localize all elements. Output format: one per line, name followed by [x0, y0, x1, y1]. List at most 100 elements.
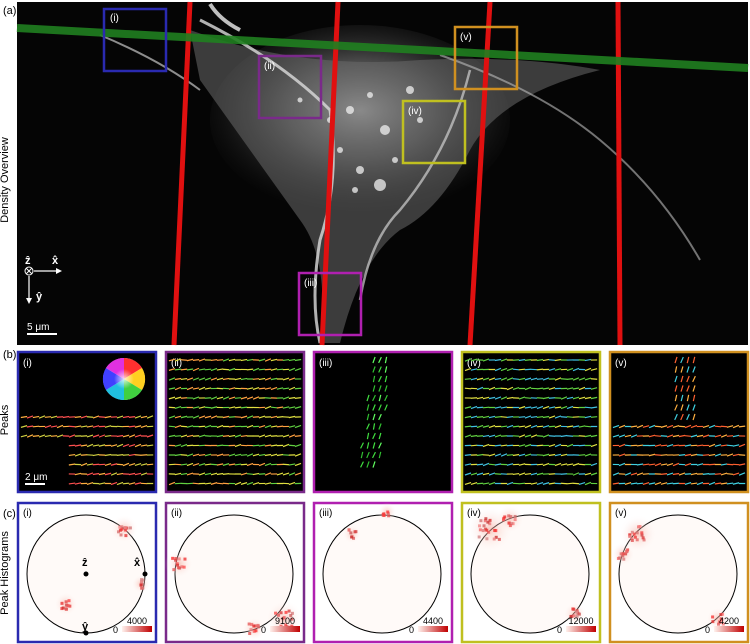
peak-glyph	[536, 435, 544, 437]
hist-axis-z-label: ẑ	[82, 557, 88, 569]
histogram-bin	[513, 518, 517, 522]
peak-glyph	[500, 425, 508, 428]
roi-label-ii: (ii)	[264, 61, 275, 72]
peak-glyph	[512, 378, 520, 380]
peak-glyph	[684, 435, 692, 437]
hist-axis-x-label: x̂	[134, 557, 141, 569]
peak-glyph	[222, 368, 230, 371]
peak-glyph	[252, 416, 260, 418]
histogram-bin	[118, 528, 122, 532]
histogram-bin	[478, 528, 482, 532]
peak-glyph	[726, 435, 734, 437]
peaks-row-label: Peaks	[0, 404, 11, 435]
colorbar-max: 4400	[423, 616, 443, 626]
orientation-color-wheel	[102, 357, 146, 401]
scalebar-a-label: 5 μm	[27, 322, 49, 333]
peak-glyph	[476, 416, 484, 418]
colorbar-max: 12000	[568, 616, 593, 626]
peak-glyph	[294, 397, 302, 399]
histogram-bin	[485, 528, 489, 532]
histogram-bin	[177, 566, 181, 570]
histogram-bin	[485, 537, 489, 541]
histogram-panel-2: (ii) 0 9100	[164, 501, 306, 644]
peak-glyph	[536, 415, 544, 419]
colorbar-min: 0	[409, 625, 414, 635]
peak-glyph	[50, 435, 58, 437]
peak-glyph	[234, 397, 242, 399]
peak-glyph	[122, 454, 130, 456]
histogram-bin	[641, 536, 645, 540]
histogram-bin	[182, 565, 186, 569]
peak-glyph	[624, 444, 632, 447]
histogram-bin	[183, 557, 187, 561]
peak-glyph	[560, 378, 568, 380]
peak-glyph	[566, 416, 574, 418]
peaks-panel-label: (iii)	[319, 358, 332, 369]
peaks-panel-label: (i)	[23, 358, 32, 369]
histogram-bin	[711, 615, 715, 619]
histogram-bin	[249, 628, 253, 632]
peak-glyph	[714, 425, 722, 428]
peak-glyph	[548, 359, 556, 361]
peaks-panel-label: (v)	[615, 358, 627, 369]
peak-glyph	[180, 425, 188, 428]
histogram-bin	[502, 518, 506, 522]
peak-glyph	[210, 463, 218, 466]
peak-glyph	[216, 482, 224, 485]
colorbar-min: 0	[113, 625, 118, 635]
histogram-bin	[123, 526, 127, 530]
peak-glyph	[240, 454, 248, 456]
panel-a-label: (a)	[3, 5, 16, 17]
peak-glyph	[258, 368, 266, 371]
histogram-bin	[67, 599, 71, 603]
peak-histograms-row-label: Peak Histograms	[0, 531, 11, 615]
peaks-panel-5: (v)	[608, 350, 750, 494]
peak-glyph	[500, 387, 508, 390]
histogram-bin	[632, 532, 636, 536]
peak-glyph	[714, 473, 722, 475]
peak-glyph	[500, 444, 508, 447]
peak-glyph	[500, 416, 508, 418]
peak-glyph	[276, 425, 284, 428]
peak-glyph	[216, 359, 224, 361]
histogram-bin	[248, 632, 252, 636]
peaks-panel-frame	[608, 350, 750, 494]
histogram-bin	[172, 568, 176, 572]
peak-glyph	[68, 444, 76, 447]
panel-c-label: (c)	[3, 508, 16, 520]
peak-glyph	[536, 463, 544, 466]
peak-glyph	[44, 416, 52, 418]
peak-glyph	[512, 425, 520, 428]
peak-glyph	[198, 453, 206, 457]
peak-glyph	[678, 454, 686, 456]
red-line-4	[615, 1, 623, 346]
peak-glyph	[536, 425, 544, 428]
panel-b-label: (b)	[3, 349, 16, 361]
peak-glyph	[726, 463, 734, 466]
peak-glyph	[246, 368, 254, 371]
peak-glyph	[122, 482, 130, 485]
peak-glyph	[476, 463, 484, 466]
histogram-bin	[347, 528, 351, 532]
peak-glyph	[642, 473, 650, 475]
peak-glyph	[536, 378, 544, 380]
peak-glyph	[666, 482, 674, 485]
peak-glyph	[32, 425, 40, 428]
peak-glyph	[672, 444, 680, 447]
histogram-bin	[252, 624, 256, 628]
peak-glyph	[104, 434, 112, 438]
histogram-bin	[494, 529, 498, 533]
histogram-panel-label: (v)	[615, 508, 627, 519]
histogram-bin	[287, 609, 291, 613]
peak-glyph	[470, 444, 478, 447]
axis-x-label: x̂	[52, 255, 59, 267]
peak-glyph	[128, 425, 136, 428]
peak-glyph	[276, 416, 284, 418]
histogram-bin	[140, 578, 144, 582]
peak-glyph	[204, 435, 212, 437]
peak-glyph	[518, 368, 526, 371]
peak-glyph	[464, 387, 472, 390]
histogram-bin	[279, 611, 283, 615]
peak-glyph	[240, 406, 248, 409]
peak-glyph	[494, 416, 502, 418]
